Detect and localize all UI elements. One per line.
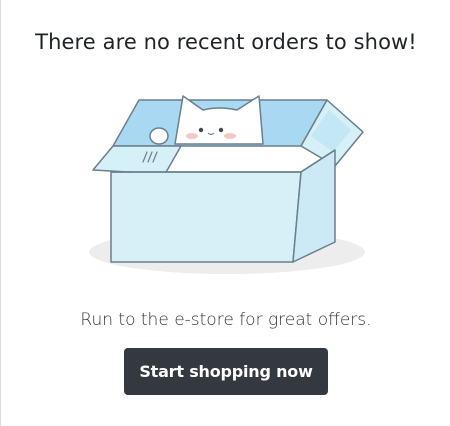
start-shopping-button[interactable]: Start shopping now bbox=[124, 348, 328, 395]
box-left-flap bbox=[92, 145, 182, 175]
cat-paw bbox=[149, 127, 169, 145]
empty-state-title: There are no recent orders to show! bbox=[35, 30, 417, 54]
empty-state-message: Run to the e-store for great offers. bbox=[80, 310, 372, 330]
box-side bbox=[292, 149, 336, 263]
cat-in-box-icon bbox=[89, 95, 365, 274]
empty-orders-panel: There are no recent orders to show! Run … bbox=[0, 0, 450, 426]
box-front bbox=[110, 171, 302, 263]
